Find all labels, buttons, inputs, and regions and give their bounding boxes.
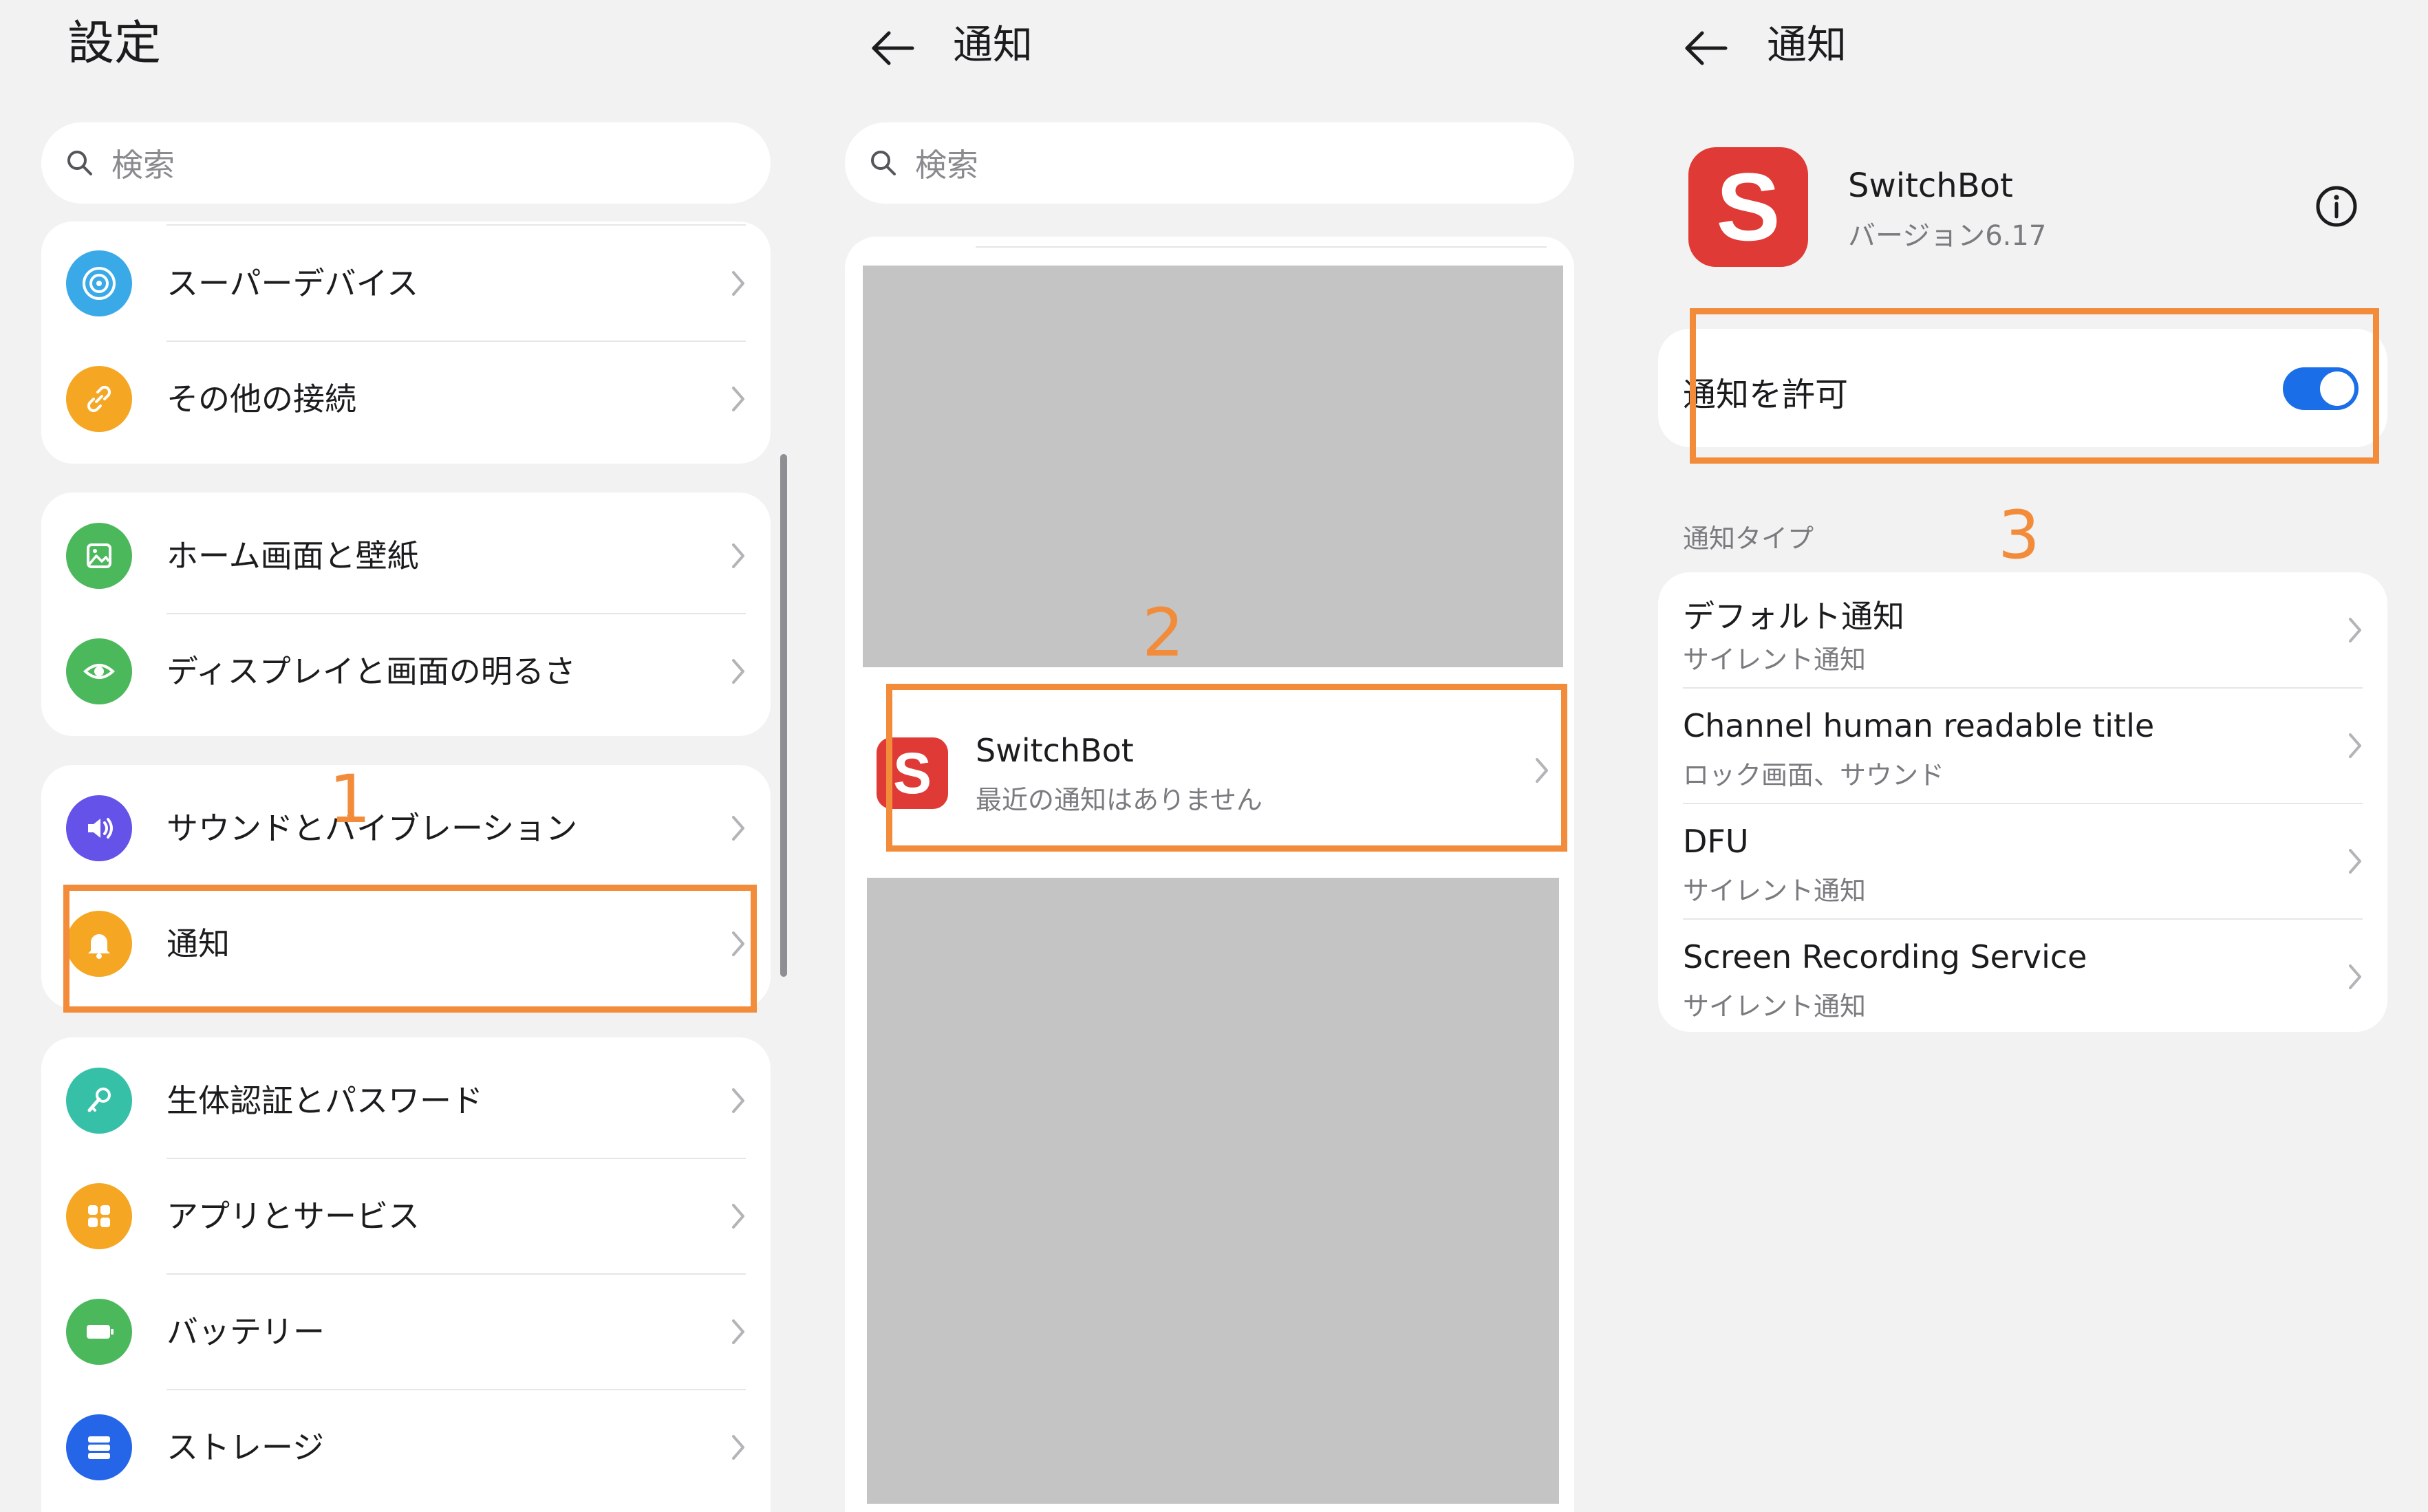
settings-item-label: バッテリー (166, 1313, 325, 1350)
wallpaper-icon (66, 523, 132, 589)
info-icon[interactable] (2314, 184, 2359, 228)
settings-item[interactable]: サウンドとバイブレーション (41, 770, 771, 886)
settings-item[interactable]: ストレージ (41, 1390, 771, 1505)
eye-icon (66, 638, 132, 704)
notification-type-item[interactable]: Channel human readable title ロック画面、サウンド (1658, 688, 2387, 803)
chevron-right-icon (732, 1319, 744, 1344)
notification-type-title: DFU (1683, 823, 1749, 860)
page-title: 通知 (953, 21, 1033, 68)
link-icon (66, 366, 132, 432)
chevron-right-icon (2349, 849, 2361, 874)
notification-type-title: デフォルト通知 (1683, 598, 1904, 635)
chevron-right-icon (2349, 733, 2361, 758)
settings-item-label: ホーム画面と壁紙 (166, 537, 419, 574)
chevron-right-icon (732, 816, 744, 841)
super-device-icon (66, 250, 132, 316)
chevron-right-icon (2349, 964, 2361, 989)
chevron-right-icon (732, 1088, 744, 1113)
settings-item-label: 生体認証とパスワード (166, 1082, 483, 1119)
highlight-switchbot-row (886, 684, 1567, 852)
search-icon (871, 151, 896, 175)
search-placeholder: 検索 (915, 147, 978, 184)
notification-type-subtitle: サイレント通知 (1683, 876, 1867, 906)
chevron-right-icon (732, 659, 744, 684)
chevron-right-icon (732, 271, 744, 296)
app-version: バージョン6.17 (1848, 220, 2047, 252)
settings-item-label: スーパーデバイス (166, 265, 419, 302)
notification-type-item[interactable]: DFU サイレント通知 (1658, 803, 2387, 919)
battery-icon (66, 1299, 132, 1365)
settings-item[interactable]: スーパーデバイス (41, 226, 771, 341)
search-input[interactable]: 検索 (41, 122, 771, 204)
settings-item-label: サウンドとバイブレーション (166, 810, 578, 847)
settings-item[interactable]: ディスプレイと画面の明るさ (41, 614, 771, 729)
settings-item[interactable]: ホーム画面と壁紙 (41, 498, 771, 614)
section-label: 通知タイプ (1683, 523, 1814, 554)
apps-icon (66, 1183, 132, 1249)
scrollbar[interactable] (780, 454, 787, 977)
settings-group: ホーム画面と壁紙ディスプレイと画面の明るさ (41, 493, 771, 736)
app-name: SwitchBot (1848, 166, 2013, 205)
settings-group: スーパーデバイス その他の接続 (41, 222, 771, 464)
notification-type-item[interactable]: Screen Recording Service サイレント通知 (1658, 919, 2387, 1035)
notification-type-title: Channel human readable title (1683, 707, 2155, 744)
settings-item[interactable]: アプリとサービス (41, 1158, 771, 1274)
step-number-3: 3 (1998, 497, 2041, 574)
chevron-right-icon (732, 543, 744, 568)
settings-group: 生体認証とパスワード アプリとサービス バッテリーストレージ (41, 1037, 771, 1512)
settings-item[interactable]: その他の接続 (41, 341, 771, 457)
redacted-area-top (863, 266, 1563, 667)
settings-item-label: その他の接続 (166, 380, 356, 418)
page-title: 通知 (1767, 21, 1847, 68)
page-title: 設定 (67, 17, 162, 71)
step-number-2: 2 (1142, 594, 1185, 671)
back-arrow-icon[interactable] (868, 23, 918, 73)
settings-item-label: ストレージ (166, 1429, 325, 1466)
notification-types-card: デフォルト通知 サイレント通知 Channel human readable tit… (1658, 572, 2387, 1032)
chevron-right-icon (732, 387, 744, 411)
notification-type-subtitle: サイレント通知 (1683, 645, 1867, 675)
back-arrow-icon[interactable] (1682, 23, 1731, 73)
notification-type-subtitle: サイレント通知 (1683, 991, 1867, 1022)
chevron-right-icon (2349, 618, 2361, 642)
chevron-right-icon (732, 1204, 744, 1229)
search-icon (67, 151, 92, 175)
settings-item-label: ディスプレイと画面の明るさ (166, 653, 576, 690)
step-number-1: 1 (329, 761, 372, 838)
notification-type-item[interactable]: デフォルト通知サイレント通知 (1658, 572, 2387, 688)
chevron-right-icon (732, 1435, 744, 1460)
notification-type-subtitle: ロック画面、サウンド (1683, 760, 1945, 790)
storage-icon (66, 1414, 132, 1480)
settings-item-label: アプリとサービス (166, 1198, 420, 1235)
settings-item[interactable]: バッテリー (41, 1274, 771, 1390)
settings-item[interactable]: 生体認証とパスワード (41, 1043, 771, 1158)
notification-type-title: Screen Recording Service (1683, 938, 2087, 975)
search-input[interactable]: 検索 (845, 122, 1574, 204)
key-icon (66, 1068, 132, 1134)
switchbot-app-icon: S (1688, 147, 1808, 267)
highlight-allow-toggle (1690, 308, 2379, 464)
highlight-notification-row (63, 885, 757, 1013)
search-placeholder: 検索 (111, 147, 175, 184)
divider (976, 246, 1547, 248)
speaker-icon (66, 795, 132, 861)
redacted-area-bottom (867, 878, 1559, 1504)
